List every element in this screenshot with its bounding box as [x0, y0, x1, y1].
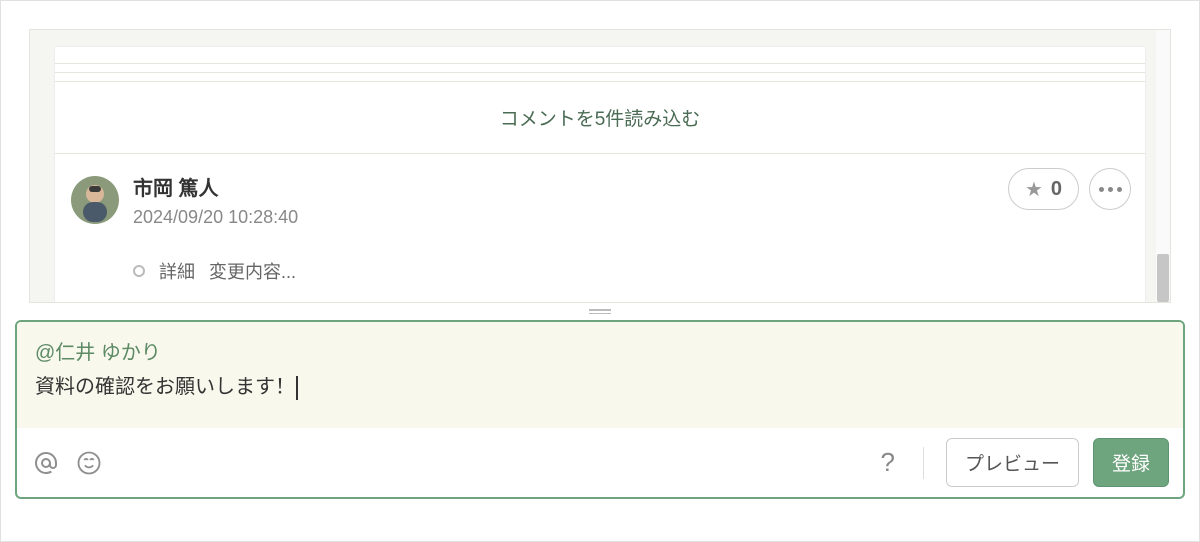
submit-button[interactable]: 登録 [1093, 438, 1169, 487]
star-count: 0 [1051, 178, 1062, 201]
star-button[interactable]: ★ 0 [1008, 168, 1079, 210]
composer-toolbar: ? プレビュー 登録 [17, 428, 1183, 497]
star-icon: ★ [1025, 177, 1043, 202]
editor-text: 資料の確認をお願いします！ [35, 376, 295, 398]
mention-icon[interactable] [31, 448, 61, 478]
ellipsis-icon [1099, 187, 1122, 192]
status-dot-icon [133, 265, 145, 277]
resize-handle[interactable] [1, 303, 1199, 320]
comment-item: 市岡 篤人 2024/09/20 10:28:40 詳細 変更内容... ★ 0 [55, 154, 1145, 284]
preview-button[interactable]: プレビュー [946, 438, 1079, 487]
thread-panel: コメントを5件読み込む 市岡 篤人 2024/09/20 10:28:40 [29, 29, 1171, 303]
comment-editor[interactable]: @仁井 ゆかり 資料の確認をお願いします！ [17, 322, 1183, 428]
scrollbar[interactable] [1156, 30, 1170, 302]
text-cursor [296, 376, 298, 400]
comment-card: コメントを5件読み込む 市岡 篤人 2024/09/20 10:28:40 [54, 46, 1146, 303]
comment-timestamp: 2024/09/20 10:28:40 [133, 207, 1135, 228]
help-icon[interactable]: ? [875, 447, 901, 478]
scrollbar-thumb[interactable] [1157, 254, 1169, 302]
collapsed-stack [55, 47, 1145, 82]
mention-chip[interactable]: @仁井 ゆかり [35, 342, 161, 364]
changes-link[interactable]: 変更内容... [209, 258, 296, 284]
load-more-comments[interactable]: コメントを5件読み込む [55, 90, 1145, 153]
detail-link[interactable]: 詳細 [159, 258, 195, 284]
more-button[interactable] [1089, 168, 1131, 210]
comment-author[interactable]: 市岡 篤人 [133, 172, 1135, 201]
divider [923, 447, 924, 479]
emoji-icon[interactable] [75, 449, 103, 477]
comment-composer: @仁井 ゆかり 資料の確認をお願いします！ ? プレビュ [15, 320, 1185, 499]
avatar[interactable] [71, 176, 119, 224]
